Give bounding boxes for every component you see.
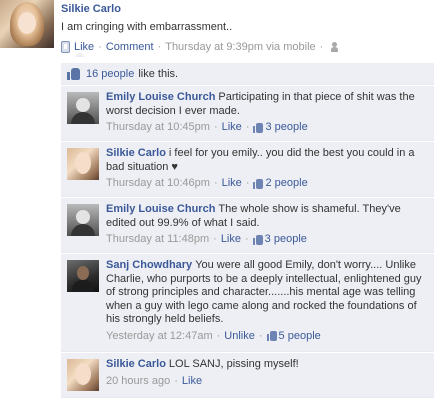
comment-likes-count[interactable]: 2 people: [265, 177, 307, 191]
comment-time: Thursday at 10:45pm: [106, 121, 210, 133]
comment-meta: Yesterday at 12:47am · Unlike · 5 people: [106, 330, 428, 344]
comment-time: Thursday at 10:46pm: [106, 177, 210, 189]
comment-like-link[interactable]: Like: [221, 233, 241, 247]
comment-body: Sanj Chowdhary You were all good Emily, d…: [106, 259, 428, 343]
mobile-phone-icon: [61, 41, 70, 53]
comment-body: Silkie Carlo LOL SANJ, pissing myself! 20…: [106, 358, 428, 388]
comment-meta: Thursday at 10:45pm · Like · 3 people: [106, 121, 428, 135]
post-comment-link[interactable]: Comment: [106, 41, 154, 53]
commenter-name[interactable]: Emily Louise Church: [106, 91, 215, 103]
separator: ·: [216, 329, 221, 342]
comment-likes-count[interactable]: 5 people: [279, 330, 321, 344]
comment-body: Emily Louise Church Participating in that…: [106, 91, 428, 135]
comment-time: 20 hours ago: [106, 374, 171, 387]
comment-item: Silkie Carlo LOL SANJ, pissing myself! 20…: [61, 353, 434, 398]
commenter-name[interactable]: Sanj Chowdhary: [106, 259, 192, 271]
comment-like-link[interactable]: Like: [222, 121, 242, 135]
separator: ·: [213, 177, 218, 189]
comment-meta: Thursday at 11:48pm · Like · 3 people: [106, 233, 428, 247]
avatar-photo-face: [18, 12, 36, 34]
likes-summary-text: like this.: [138, 67, 179, 80]
post-text: I am cringing with embarrassment..: [61, 21, 233, 33]
privacy-friends-icon[interactable]: [331, 42, 343, 52]
comment-time: Yesterday at 12:47am: [106, 329, 213, 342]
separator: ·: [213, 121, 218, 133]
thumbs-up-icon: [253, 122, 264, 133]
commenter-avatar[interactable]: [67, 260, 99, 292]
likes-count-link[interactable]: 16 people: [86, 68, 134, 80]
separator: ·: [319, 41, 324, 53]
commenter-name[interactable]: Silkie Carlo: [106, 147, 166, 159]
comment-item: Emily Louise Church Participating in that…: [61, 86, 434, 141]
comment-meta: 20 hours ago · Like: [106, 375, 428, 389]
comment-item: Emily Louise Church The whole show is sha…: [61, 198, 434, 253]
commenter-name[interactable]: Silkie Carlo: [106, 358, 166, 370]
post-author-name[interactable]: Silkie Carlo: [61, 3, 121, 15]
commenter-name[interactable]: Emily Louise Church: [106, 203, 215, 215]
comment-item: Sanj Chowdhary You were all good Emily, d…: [61, 254, 434, 352]
comment-like-link[interactable]: Like: [222, 177, 242, 191]
thumbs-up-icon: [252, 234, 263, 245]
thumbs-up-icon: [67, 67, 80, 80]
comment-text: LOL SANJ, pissing myself!: [168, 358, 299, 370]
feedback-section: 16 people like this. Emily Louise Church…: [61, 52, 434, 402]
separator: ·: [174, 374, 178, 387]
comment-meta: Thursday at 10:46pm · Like · 2 people: [106, 177, 428, 191]
comment-unlike-link[interactable]: Unlike: [224, 330, 255, 344]
post-author-avatar[interactable]: [0, 0, 54, 48]
comment-like-link[interactable]: Like: [182, 375, 202, 389]
separator: ·: [98, 41, 102, 53]
commenter-avatar[interactable]: [67, 204, 99, 236]
separator: ·: [258, 329, 263, 342]
separator: ·: [245, 121, 250, 133]
commenter-avatar[interactable]: [67, 92, 99, 124]
comment-body: Silkie Carlo i feel for you emily.. you d…: [106, 147, 428, 191]
feedback-arrow: [75, 52, 85, 57]
comment-likes-count[interactable]: 3 people: [265, 121, 307, 135]
separator: ·: [245, 233, 249, 245]
likes-summary: 16 people like this.: [61, 63, 434, 85]
status-post: Silkie Carlo I am cringing with embarras…: [0, 0, 438, 402]
comment-likes-count[interactable]: 3 people: [265, 233, 307, 247]
comment-item: Silkie Carlo i feel for you emily.. you d…: [61, 142, 434, 197]
thumbs-up-icon: [266, 331, 277, 342]
commenter-avatar[interactable]: [67, 359, 99, 391]
commenter-avatar[interactable]: [67, 148, 99, 180]
post-action-bar: Like · Comment · Thursday at 9:39pm via …: [61, 40, 343, 54]
post-timestamp[interactable]: Thursday at 9:39pm via mobile: [165, 41, 315, 53]
separator: ·: [213, 233, 217, 245]
separator: ·: [157, 41, 162, 53]
comment-time: Thursday at 11:48pm: [106, 233, 210, 245]
thumbs-up-icon: [253, 178, 264, 189]
separator: ·: [245, 177, 250, 189]
comment-body: Emily Louise Church The whole show is sha…: [106, 203, 428, 247]
